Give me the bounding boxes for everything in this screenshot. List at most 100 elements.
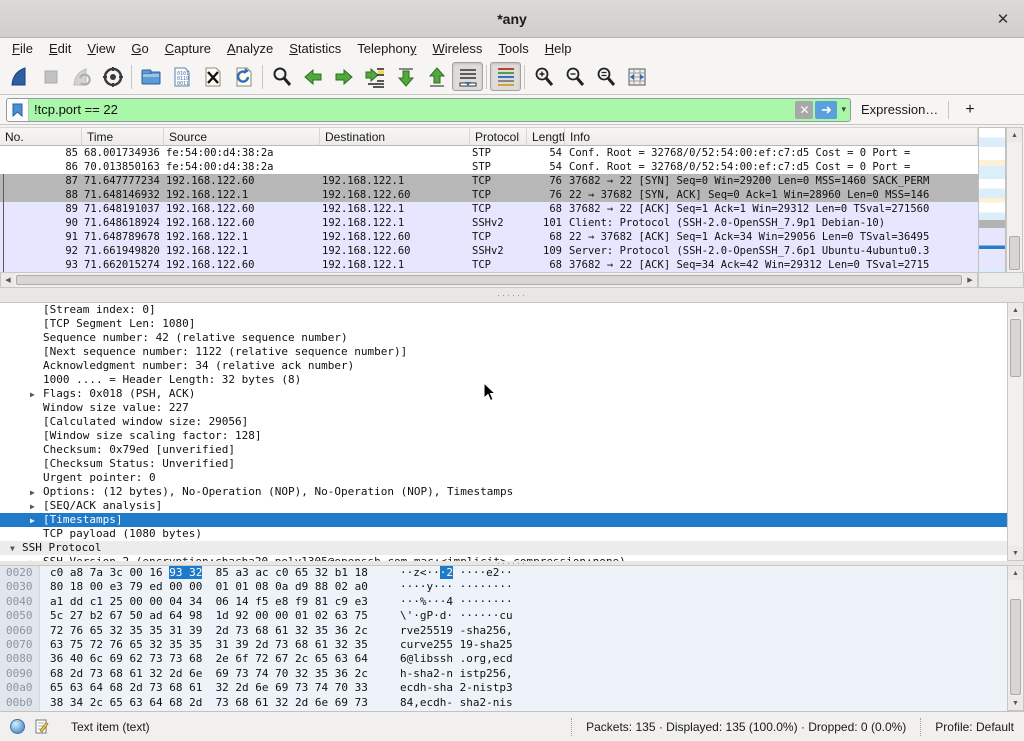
- expression-button[interactable]: Expression…: [861, 102, 938, 117]
- go-last-button[interactable]: [421, 62, 452, 91]
- stop-capture-button[interactable]: [35, 62, 66, 91]
- hex-vscrollbar[interactable]: ▲ ▼: [1007, 565, 1024, 711]
- hex-bytes[interactable]: 63 75 72 76 65 32 35 35 31 39 2d 73 68 6…: [50, 638, 368, 652]
- go-to-packet-button[interactable]: [359, 62, 390, 91]
- packet-row[interactable]: 8871.648146932192.168.122.1192.168.122.6…: [0, 188, 978, 202]
- menu-capture[interactable]: Capture: [157, 39, 219, 58]
- hex-ascii[interactable]: \'·gP·d· ······cu: [400, 609, 513, 623]
- menu-view[interactable]: View: [79, 39, 123, 58]
- hex-ascii[interactable]: h-sha2-n istp256,: [400, 667, 513, 681]
- hex-bytes[interactable]: 72 76 65 32 35 35 31 39 2d 73 68 61 32 3…: [50, 624, 368, 638]
- detail-line[interactable]: ▶[Timestamps]: [0, 513, 1007, 527]
- detail-line[interactable]: [TCP Segment Len: 1080]: [0, 317, 1007, 331]
- scroll-up-icon[interactable]: ▲: [1007, 128, 1022, 142]
- packet-row[interactable]: 8771.647777234192.168.122.60192.168.122.…: [0, 174, 978, 188]
- go-first-button[interactable]: [390, 62, 421, 91]
- scrollbar-thumb[interactable]: [16, 275, 962, 285]
- add-filter-button[interactable]: +: [959, 101, 980, 119]
- zoom-out-button[interactable]: [559, 62, 590, 91]
- detail-line[interactable]: [Checksum Status: Unverified]: [0, 457, 1007, 471]
- expand-icon[interactable]: ▶: [30, 486, 35, 500]
- hex-row[interactable]: 007063 75 72 76 65 32 35 35 31 39 2d 73 …: [0, 638, 1007, 652]
- menu-telephony[interactable]: Telephony: [349, 39, 424, 58]
- scrollbar-thumb[interactable]: [1009, 236, 1020, 270]
- detail-line[interactable]: [Stream index: 0]: [0, 303, 1007, 317]
- hex-bytes[interactable]: 38 34 2c 65 63 64 68 2d 73 68 61 32 2d 6…: [50, 696, 368, 710]
- expand-icon[interactable]: ▶: [30, 500, 35, 514]
- menu-wireless[interactable]: Wireless: [425, 39, 491, 58]
- save-file-button[interactable]: 010101100011: [166, 62, 197, 91]
- hex-ascii[interactable]: ···%···4 ········: [400, 595, 513, 609]
- scrollbar-thumb[interactable]: [1010, 599, 1021, 695]
- capture-comment-icon[interactable]: [35, 719, 49, 734]
- menu-file[interactable]: File: [4, 39, 41, 58]
- hex-bytes[interactable]: 68 2d 73 68 61 32 2d 6e 69 73 74 70 32 3…: [50, 667, 368, 681]
- restart-capture-button[interactable]: [66, 62, 97, 91]
- filter-clear-icon[interactable]: ✕: [795, 101, 813, 119]
- filter-apply-icon[interactable]: ➜: [815, 101, 837, 119]
- hex-bytes[interactable]: 36 40 6c 69 62 73 73 68 2e 6f 72 67 2c 6…: [50, 652, 368, 666]
- column-header-source[interactable]: Source: [164, 128, 320, 145]
- close-file-button[interactable]: [197, 62, 228, 91]
- packet-row[interactable]: 9171.648789678192.168.122.1192.168.122.6…: [0, 230, 978, 244]
- packet-row[interactable]: 9071.648618924192.168.122.60192.168.122.…: [0, 216, 978, 230]
- open-file-button[interactable]: [135, 62, 166, 91]
- menu-go[interactable]: Go: [123, 39, 156, 58]
- profile-text[interactable]: Profile: Default: [935, 720, 1014, 734]
- resize-columns-button[interactable]: [621, 62, 652, 91]
- detail-line[interactable]: ▼SSH Protocol: [0, 541, 1007, 555]
- detail-line[interactable]: ▶[SEQ/ACK analysis]: [0, 499, 1007, 513]
- detail-line[interactable]: TCP payload (1080 bytes): [0, 527, 1007, 541]
- column-header-time[interactable]: Time: [82, 128, 164, 145]
- packet-list-vscrollbar[interactable]: ▲ ▼: [1006, 127, 1023, 288]
- column-header-length[interactable]: Length: [527, 128, 565, 145]
- scrollbar-thumb[interactable]: [1010, 319, 1021, 377]
- filter-bookmark-icon[interactable]: [7, 99, 29, 121]
- expand-icon[interactable]: ▶: [30, 388, 35, 402]
- display-filter-input[interactable]: !tcp.port == 22 ✕ ➜ ▾: [6, 98, 851, 122]
- hex-ascii[interactable]: ecdh-sha 2-nistp3: [400, 681, 513, 695]
- packet-row[interactable]: 8670.013850163fe:54:00:d4:38:2aSTP54Conf…: [0, 160, 978, 174]
- capture-options-button[interactable]: [97, 62, 128, 91]
- detail-line[interactable]: [Window size scaling factor: 128]: [0, 429, 1007, 443]
- hex-bytes[interactable]: a1 dd c1 25 00 00 04 34 06 14 f5 e8 f9 8…: [50, 595, 368, 609]
- scroll-right-icon[interactable]: ▶: [963, 273, 977, 287]
- find-packet-button[interactable]: [266, 62, 297, 91]
- detail-line[interactable]: [Calculated window size: 29056]: [0, 415, 1007, 429]
- zoom-in-button[interactable]: [528, 62, 559, 91]
- menu-tools[interactable]: Tools: [490, 39, 536, 58]
- hex-row[interactable]: 00a065 63 64 68 2d 73 68 61 32 2d 6e 69 …: [0, 681, 1007, 695]
- detail-line[interactable]: Sequence number: 42 (relative sequence n…: [0, 331, 1007, 345]
- reload-file-button[interactable]: [228, 62, 259, 91]
- menu-help[interactable]: Help: [537, 39, 580, 58]
- go-forward-button[interactable]: [328, 62, 359, 91]
- hex-row[interactable]: 008036 40 6c 69 62 73 73 68 2e 6f 72 67 …: [0, 652, 1007, 666]
- detail-line[interactable]: Window size value: 227: [0, 401, 1007, 415]
- zoom-reset-button[interactable]: [590, 62, 621, 91]
- hex-row[interactable]: 00505c 27 b2 67 50 ad 64 98 1d 92 00 00 …: [0, 609, 1007, 623]
- filter-history-caret-icon[interactable]: ▾: [837, 104, 850, 115]
- hex-row[interactable]: 006072 76 65 32 35 35 31 39 2d 73 68 61 …: [0, 624, 1007, 638]
- start-capture-button[interactable]: [4, 62, 35, 91]
- menu-statistics[interactable]: Statistics: [281, 39, 349, 58]
- scroll-down-icon[interactable]: ▼: [1008, 696, 1023, 710]
- hex-row[interactable]: 0040a1 dd c1 25 00 00 04 34 06 14 f5 e8 …: [0, 595, 1007, 609]
- hex-row[interactable]: 003080 18 00 e3 79 ed 00 00 01 01 08 0a …: [0, 580, 1007, 594]
- scroll-left-icon[interactable]: ◀: [1, 273, 15, 287]
- expert-info-icon[interactable]: [10, 719, 25, 734]
- details-vscrollbar[interactable]: ▲ ▼: [1007, 302, 1024, 561]
- column-header-destination[interactable]: Destination: [320, 128, 470, 145]
- close-window-icon[interactable]: ✕: [992, 8, 1014, 30]
- hex-ascii[interactable]: ····y··· ········: [400, 580, 513, 594]
- column-header-protocol[interactable]: Protocol: [470, 128, 527, 145]
- hex-ascii[interactable]: 6@libssh .org,ecd: [400, 652, 513, 666]
- scroll-down-icon[interactable]: ▼: [1008, 546, 1023, 560]
- detail-line[interactable]: [Next sequence number: 1122 (relative se…: [0, 345, 1007, 359]
- hex-ascii[interactable]: rve25519 -sha256,: [400, 624, 513, 638]
- scroll-up-icon[interactable]: ▲: [1008, 303, 1023, 317]
- auto-scroll-button[interactable]: [452, 62, 483, 91]
- column-header-no[interactable]: No.: [0, 128, 82, 145]
- hex-row[interactable]: 009068 2d 73 68 61 32 2d 6e 69 73 74 70 …: [0, 667, 1007, 681]
- detail-line[interactable]: Checksum: 0x79ed [unverified]: [0, 443, 1007, 457]
- packet-list-hscrollbar[interactable]: ◀ ▶: [0, 272, 978, 288]
